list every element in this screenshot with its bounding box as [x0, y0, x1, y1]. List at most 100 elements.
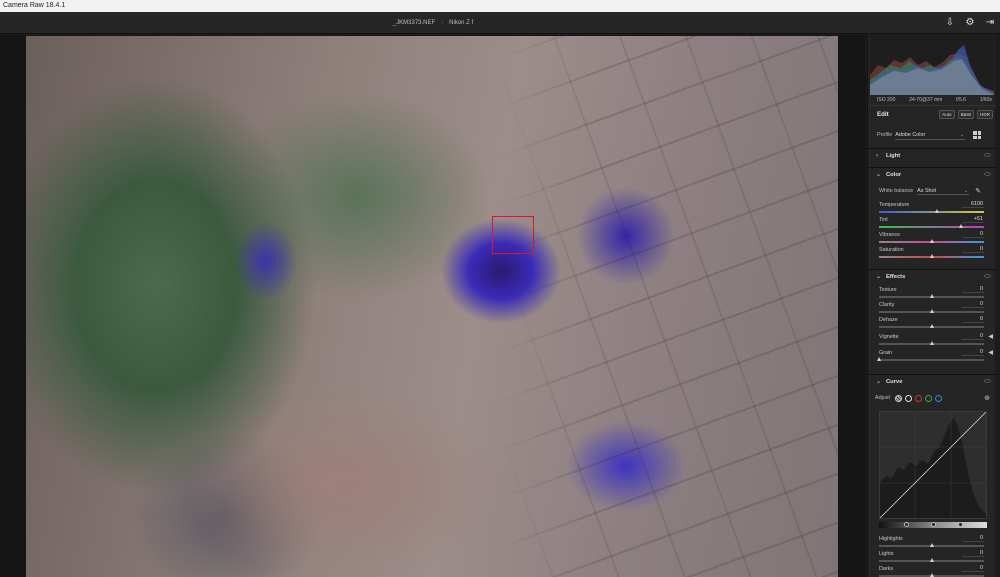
lights-slider[interactable]: Lights 0: [868, 550, 996, 565]
dehaze-label: Dehaze: [879, 317, 898, 323]
point-curve-green-icon[interactable]: [924, 394, 932, 402]
clarity-slider[interactable]: Clarity 0: [868, 301, 996, 316]
region-handle[interactable]: [958, 522, 963, 527]
region-handle[interactable]: [931, 522, 936, 527]
clarity-label: Clarity: [879, 302, 895, 308]
curve-region-slider[interactable]: [879, 522, 987, 528]
target-adjust-icon[interactable]: ⊕: [984, 394, 990, 402]
profile-select[interactable]: Adobe Color ⌄: [895, 131, 966, 140]
texture-slider[interactable]: Texture 0: [868, 286, 996, 301]
vibrance-label: Vibrance: [879, 232, 901, 238]
eyedropper-icon[interactable]: ✎: [975, 187, 981, 195]
point-curve-red-icon[interactable]: [914, 394, 922, 402]
bw-button[interactable]: B&W: [957, 110, 975, 119]
vignette-slider[interactable]: Vignette 0 ◀: [868, 333, 996, 348]
tint-slider[interactable]: Tint +51: [868, 216, 996, 231]
dehaze-slider[interactable]: Dehaze 0: [868, 316, 996, 331]
slider-thumb[interactable]: [929, 324, 934, 328]
slider-thumb[interactable]: [929, 341, 934, 345]
darks-label: Darks: [879, 566, 894, 572]
grain-value[interactable]: 0: [962, 349, 984, 356]
auto-button[interactable]: Auto: [939, 110, 955, 119]
section-color[interactable]: ⌄ Color: [868, 167, 996, 181]
eye-icon[interactable]: [984, 379, 991, 383]
selection-box[interactable]: [492, 216, 534, 254]
gear-icon[interactable]: ⚙: [964, 16, 976, 28]
expand-triangle-icon[interactable]: ◀: [988, 349, 993, 356]
chevron-right-icon: ›: [876, 152, 878, 159]
slider-thumb[interactable]: [877, 357, 881, 361]
lens-value: 24-70@37 mm: [909, 97, 943, 103]
edit-panel: ISO 200 24-70@37 mm f/5.6 1/60s Edit Aut…: [867, 35, 1000, 577]
white-balance-label: White balance: [879, 188, 914, 194]
slider-thumb[interactable]: [929, 294, 934, 298]
dehaze-value[interactable]: 0: [962, 316, 984, 323]
temperature-value[interactable]: 6100: [962, 201, 984, 208]
exif-info: ISO 200 24-70@37 mm f/5.6 1/60s: [868, 95, 996, 106]
slider-thumb[interactable]: [934, 209, 939, 213]
highlights-slider[interactable]: Highlights 0: [868, 535, 996, 550]
histogram: [870, 35, 994, 95]
grain-slider[interactable]: Grain 0 ◀: [868, 349, 996, 364]
profile-browser-icon[interactable]: [973, 131, 982, 139]
slider-thumb[interactable]: [929, 239, 934, 243]
vignette-label: Vignette: [879, 334, 899, 340]
tint-label: Tint: [879, 217, 888, 223]
darks-slider[interactable]: Darks 0: [868, 565, 996, 577]
iso-value: ISO 200: [877, 97, 896, 103]
app-title-bar: Camera Raw 18.4.1: [0, 0, 1000, 12]
grain-label: Grain: [879, 350, 893, 356]
point-curve-blue-icon[interactable]: [934, 394, 942, 402]
profile-label: Profile: [877, 132, 893, 138]
vignette-value[interactable]: 0: [962, 333, 984, 340]
saturation-slider[interactable]: Saturation 0: [868, 246, 996, 261]
region-handle[interactable]: [904, 522, 909, 527]
eye-icon[interactable]: [984, 274, 991, 278]
temperature-label: Temperature: [879, 202, 910, 208]
chevron-down-icon: ⌄: [963, 188, 969, 194]
expand-triangle-icon[interactable]: ◀: [988, 333, 993, 340]
point-curve-white-icon[interactable]: [904, 394, 912, 402]
slider-thumb[interactable]: [929, 558, 934, 562]
image-canvas[interactable]: [0, 35, 866, 577]
texture-value[interactable]: 0: [962, 286, 984, 293]
parametric-curve-icon[interactable]: [894, 394, 902, 402]
export-icon[interactable]: ⇩: [944, 16, 956, 28]
hdr-button[interactable]: HDR: [977, 110, 993, 119]
slider-thumb[interactable]: [958, 224, 963, 228]
section-light[interactable]: › Light: [868, 148, 996, 162]
slider-thumb[interactable]: [929, 254, 934, 258]
temperature-slider[interactable]: Temperature 6100: [868, 201, 996, 216]
darks-value[interactable]: 0: [962, 565, 984, 572]
eye-icon[interactable]: [984, 172, 991, 176]
chevron-down-icon: ⌄: [876, 172, 882, 178]
slider-thumb[interactable]: [929, 573, 934, 577]
highlights-value[interactable]: 0: [962, 535, 984, 542]
chevron-down-icon: ⌄: [876, 274, 882, 280]
white-balance-value: As Shot: [917, 188, 937, 194]
file-title: _JKM3373.NEF · Nikon Z f: [392, 20, 474, 26]
exit-icon[interactable]: ⇥: [984, 16, 996, 28]
white-balance-row: White balance As Shot ⌄ ✎: [868, 186, 996, 196]
white-balance-select[interactable]: As Shot ⌄: [917, 187, 970, 195]
filename: _JKM3373.NEF: [392, 20, 436, 26]
tint-value[interactable]: +51: [962, 216, 984, 223]
slider-thumb[interactable]: [929, 309, 934, 313]
eye-icon[interactable]: [984, 153, 991, 157]
chevron-down-icon: ⌄: [959, 131, 965, 138]
profile-value: Adobe Color: [895, 131, 926, 138]
vibrance-value[interactable]: 0: [962, 231, 984, 238]
section-curve[interactable]: ⌄ Curve: [868, 374, 996, 388]
section-curve-label: Curve: [886, 378, 903, 385]
highlights-label: Highlights: [879, 536, 903, 542]
tone-curve-graph[interactable]: [879, 411, 987, 519]
section-effects[interactable]: ⌄ Effects: [868, 269, 996, 283]
chevron-down-icon: ⌄: [876, 379, 882, 385]
saturation-label: Saturation: [879, 247, 904, 253]
photo-preview[interactable]: [26, 36, 838, 577]
clarity-value[interactable]: 0: [962, 301, 984, 308]
saturation-value[interactable]: 0: [962, 246, 984, 253]
lights-value[interactable]: 0: [962, 550, 984, 557]
vibrance-slider[interactable]: Vibrance 0: [868, 231, 996, 246]
slider-thumb[interactable]: [929, 543, 934, 547]
